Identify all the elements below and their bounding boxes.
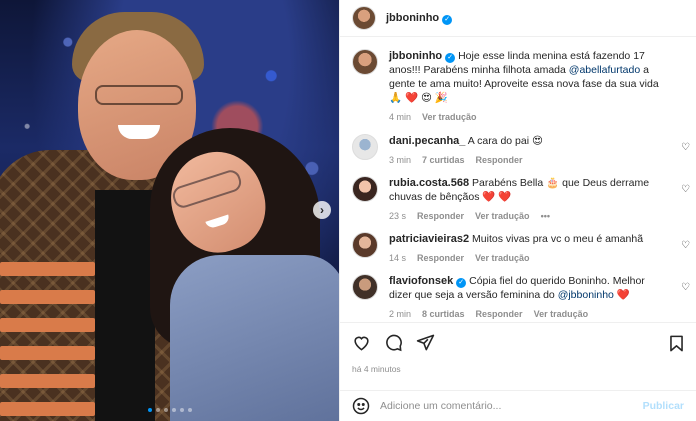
chevron-right-icon: › [320, 203, 324, 217]
post-panel: jbboninho ✓ jbboninho ✓ Hoje esse linda me… [339, 0, 696, 421]
caption-emojis: 🙏 ❤️ 😍 🎉 [389, 92, 448, 104]
post-photo[interactable]: › [0, 0, 339, 421]
carousel-dots [148, 408, 192, 412]
comment-row: flaviofonsek ✓ Cópia fiel do querido Boni… [352, 274, 696, 321]
caption-username[interactable]: jbboninho [389, 50, 442, 62]
comment-username[interactable]: dani.pecanha_ [389, 135, 465, 147]
comment-username[interactable]: patriciavieiras2 [389, 233, 469, 245]
more-options-icon[interactable]: ••• [541, 209, 550, 223]
girl-denim-jacket [170, 255, 339, 421]
verified-icon: ✓ [445, 53, 456, 63]
comments-list[interactable]: jbboninho ✓ Hoje esse linda menina está f… [340, 37, 696, 322]
add-comment-bar: Publicar [340, 390, 696, 421]
verified-icon: ✓ [456, 278, 467, 288]
comment-likes[interactable]: 8 curtidas [422, 307, 465, 321]
heart-icon[interactable] [352, 333, 371, 352]
avatar[interactable] [352, 6, 376, 30]
see-translation-link[interactable]: Ver tradução [422, 110, 477, 124]
carousel-dot [148, 408, 152, 412]
reply-button[interactable]: Responder [417, 251, 464, 265]
jacket-stripe [0, 402, 95, 416]
avatar[interactable] [352, 176, 378, 202]
see-translation-link[interactable]: Ver tradução [475, 251, 530, 265]
comment-time: 23 s [389, 211, 407, 221]
comment-icon[interactable] [384, 333, 403, 352]
heart-icon[interactable]: ♡ [681, 184, 690, 195]
reply-button[interactable]: Responder [476, 307, 523, 321]
see-translation-link[interactable]: Ver tradução [534, 307, 589, 321]
heart-icon[interactable]: ♡ [681, 240, 690, 251]
comment-time: 2 min [389, 309, 412, 319]
carousel-dot [188, 408, 192, 412]
heart-icon[interactable]: ♡ [681, 142, 690, 153]
comment-input[interactable] [380, 400, 643, 412]
avatar[interactable] [352, 274, 378, 300]
post-timestamp[interactable]: há 4 minutos [352, 364, 684, 374]
avatar[interactable] [352, 232, 378, 258]
post-header: jbboninho ✓ [340, 0, 696, 37]
carousel-dot [180, 408, 184, 412]
emoji-icon[interactable] [352, 397, 370, 415]
jacket-stripe [0, 346, 95, 360]
comment-text: Muitos vivas pra vc o meu é amanhã [469, 233, 644, 245]
comment-time: 3 min [389, 155, 412, 165]
reply-button[interactable]: Responder [476, 153, 523, 167]
caption-time: 4 min [389, 112, 412, 122]
share-icon[interactable] [416, 333, 435, 352]
jacket-stripe [0, 318, 95, 332]
jacket-stripe [0, 374, 95, 388]
caption: jbboninho ✓ Hoje esse linda menina está f… [352, 49, 696, 124]
comment-username[interactable]: flaviofonsek [389, 275, 453, 287]
man-shirt [95, 190, 155, 421]
jacket-stripe [0, 290, 95, 304]
author-name[interactable]: jbboninho [386, 12, 439, 24]
avatar[interactable] [352, 49, 378, 75]
jacket-stripe [0, 262, 95, 276]
comment-row: dani.pecanha_ A cara do pai 😍 3 min 7 cu… [352, 134, 696, 167]
comment-row: patriciavieiras2 Muitos vivas pra vc o m… [352, 232, 696, 265]
action-bar: há 4 minutos [340, 322, 696, 374]
carousel-dot [164, 408, 168, 412]
verified-icon: ✓ [442, 14, 453, 25]
comment-text: ❤️ [613, 289, 630, 301]
comment-row: rubia.costa.568 Parabéns Bella 🎂 que Deu… [352, 176, 696, 223]
comment-username[interactable]: rubia.costa.568 [389, 177, 469, 189]
reply-button[interactable]: Responder [417, 209, 464, 223]
bookmark-icon[interactable] [667, 334, 686, 353]
carousel-dot [172, 408, 176, 412]
comment-time: 14 s [389, 253, 407, 263]
author-username[interactable]: jbboninho ✓ [386, 12, 453, 25]
carousel-dot [156, 408, 160, 412]
see-translation-link[interactable]: Ver tradução [475, 209, 530, 223]
avatar[interactable] [352, 134, 378, 160]
carousel-next-button[interactable]: › [313, 201, 331, 219]
caption-mention[interactable]: @abellafurtado [569, 64, 640, 76]
heart-icon[interactable]: ♡ [681, 282, 690, 293]
comment-likes[interactable]: 7 curtidas [422, 153, 465, 167]
comment-mention[interactable]: @jbboninho [558, 289, 614, 301]
publish-button[interactable]: Publicar [643, 400, 684, 412]
man-glasses [95, 85, 183, 105]
comment-text: A cara do pai 😍 [465, 135, 543, 147]
